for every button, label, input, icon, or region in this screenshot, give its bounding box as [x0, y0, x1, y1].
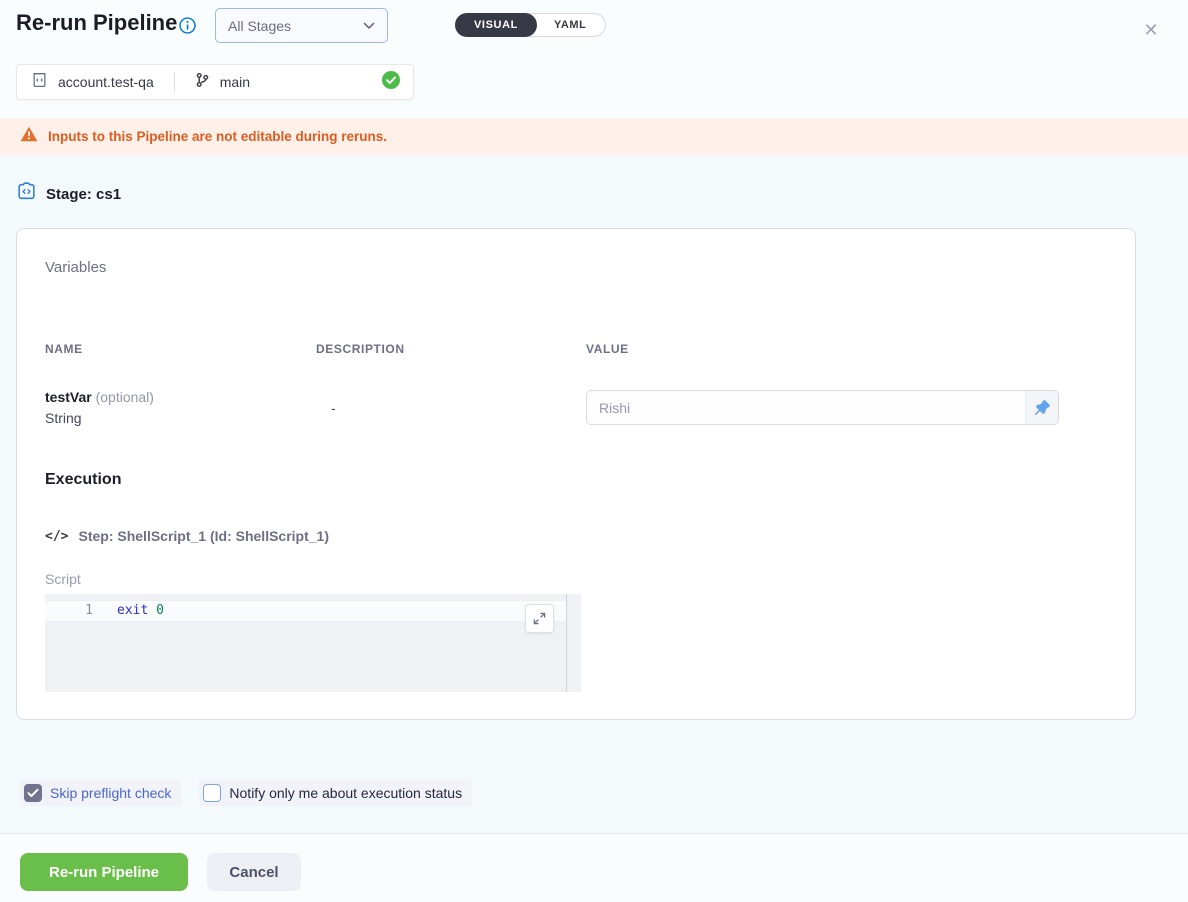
editor-code-line: exit 0: [117, 603, 164, 618]
rerun-warning-banner: Inputs to this Pipeline are not editable…: [0, 118, 1188, 155]
step-heading: </> Step: ShellScript_1 (Id: ShellScript…: [45, 528, 329, 544]
repo-identifier[interactable]: account.test-qa: [58, 74, 154, 90]
rerun-pipeline-button[interactable]: Re-run Pipeline: [20, 853, 188, 891]
success-check-icon: [381, 70, 401, 95]
repository-icon: [31, 71, 48, 93]
run-options: Skip preflight check Notify only me abou…: [20, 780, 472, 806]
expand-editor-button[interactable]: [525, 604, 554, 633]
column-header-value: VALUE: [586, 342, 629, 356]
editor-line-number: 1: [45, 603, 93, 618]
tab-visual[interactable]: VISUAL: [455, 13, 537, 37]
stage-inputs-card: Variables NAME DESCRIPTION VALUE testVar…: [16, 228, 1136, 720]
shell-script-icon: </>: [45, 529, 68, 544]
rerun-pipeline-dialog: Re-run Pipeline All Stages VISUAL YAML ✕…: [0, 0, 1188, 902]
dialog-footer: Re-run Pipeline Cancel: [0, 833, 1188, 902]
notify-me-checkbox[interactable]: Notify only me about execution status: [199, 780, 472, 806]
cancel-button[interactable]: Cancel: [207, 853, 301, 891]
checkbox-checked-icon[interactable]: [24, 784, 42, 802]
warning-text: Inputs to this Pipeline are not editable…: [48, 129, 387, 144]
notify-me-label: Notify only me about execution status: [229, 785, 462, 801]
variable-value-input[interactable]: [587, 391, 1025, 424]
step-label: Step: ShellScript_1 (Id: ShellScript_1): [78, 528, 329, 544]
script-field-label: Script: [45, 571, 81, 587]
stage-name: Stage: cs1: [46, 186, 121, 203]
stage-filter-value: All Stages: [228, 18, 363, 34]
pin-icon[interactable]: [1025, 391, 1058, 424]
tab-yaml[interactable]: YAML: [536, 14, 605, 36]
code-keyword: exit: [117, 603, 148, 618]
chevron-down-icon: [363, 17, 375, 35]
variables-section-title: Variables: [45, 259, 106, 276]
column-header-description: DESCRIPTION: [316, 342, 405, 356]
warning-icon: [20, 126, 38, 147]
code-argument: 0: [156, 603, 164, 618]
variable-name: testVar: [45, 389, 92, 405]
variable-description: -: [331, 400, 336, 416]
variable-name-cell: testVar (optional): [45, 389, 154, 405]
visual-yaml-toggle: VISUAL YAML: [455, 13, 606, 37]
execution-section-title: Execution: [45, 471, 121, 489]
git-branch-icon: [195, 72, 210, 93]
divider: [174, 72, 175, 92]
variable-value-field: [586, 390, 1059, 425]
stage-filter-select[interactable]: All Stages: [215, 8, 388, 43]
page-title: Re-run Pipeline: [16, 10, 177, 36]
info-icon[interactable]: [179, 17, 196, 34]
skip-preflight-checkbox[interactable]: Skip preflight check: [20, 780, 181, 806]
editor-scrollbar[interactable]: [566, 594, 567, 692]
pipeline-context-bar: account.test-qa main: [16, 64, 414, 100]
custom-stage-icon: [16, 181, 37, 207]
variable-optional-tag: (optional): [96, 389, 154, 405]
skip-preflight-label: Skip preflight check: [50, 785, 171, 801]
branch-name[interactable]: main: [220, 74, 250, 90]
stage-heading: Stage: cs1: [16, 181, 121, 207]
script-code-editor[interactable]: 1 exit 0: [45, 594, 581, 692]
checkbox-unchecked-icon[interactable]: [203, 784, 221, 802]
variable-type: String: [45, 410, 82, 426]
column-header-name: NAME: [45, 342, 83, 356]
close-icon[interactable]: ✕: [1139, 18, 1163, 42]
